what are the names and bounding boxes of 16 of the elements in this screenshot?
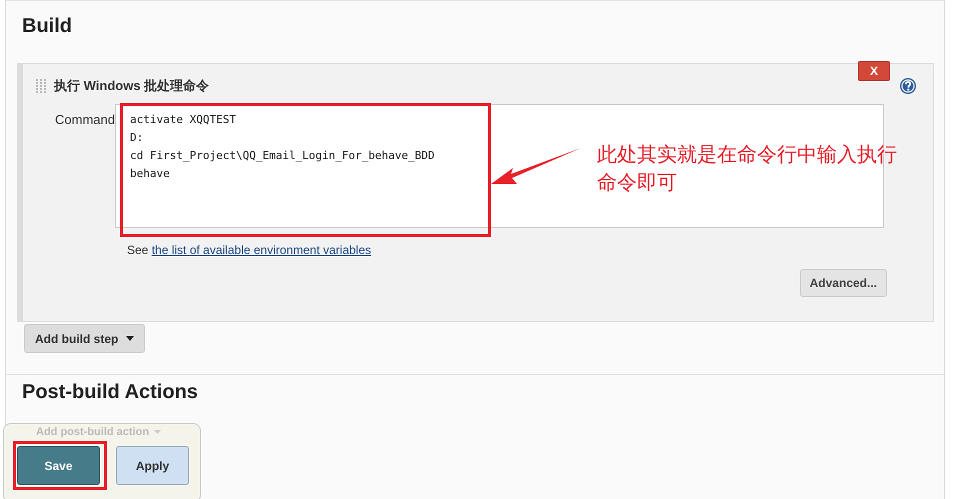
apply-button[interactable]: Apply [116,446,189,485]
section-heading: Post-build Actions [22,381,199,405]
help-icon[interactable] [899,77,917,95]
drag-handle-icon[interactable] [35,78,47,94]
step-title: 执行 Windows 批处理命令 [54,77,210,95]
delete-button[interactable]: X [858,61,890,81]
field-label: Command [54,111,115,127]
help-text: See the list of available environment variables [127,243,372,257]
advanced-button[interactable]: Advanced... [800,269,887,297]
add-build-step-button[interactable]: Add build step [24,324,146,353]
environment-variables-link[interactable]: the list of available environment variables [152,243,372,257]
caret-icon [126,336,134,341]
caret-icon [154,430,162,434]
section-heading: Build [22,15,73,39]
annotation-text: 此处其实就是在命令行中输入执行命令即可 [597,141,898,196]
save-button[interactable]: Save [17,446,100,485]
